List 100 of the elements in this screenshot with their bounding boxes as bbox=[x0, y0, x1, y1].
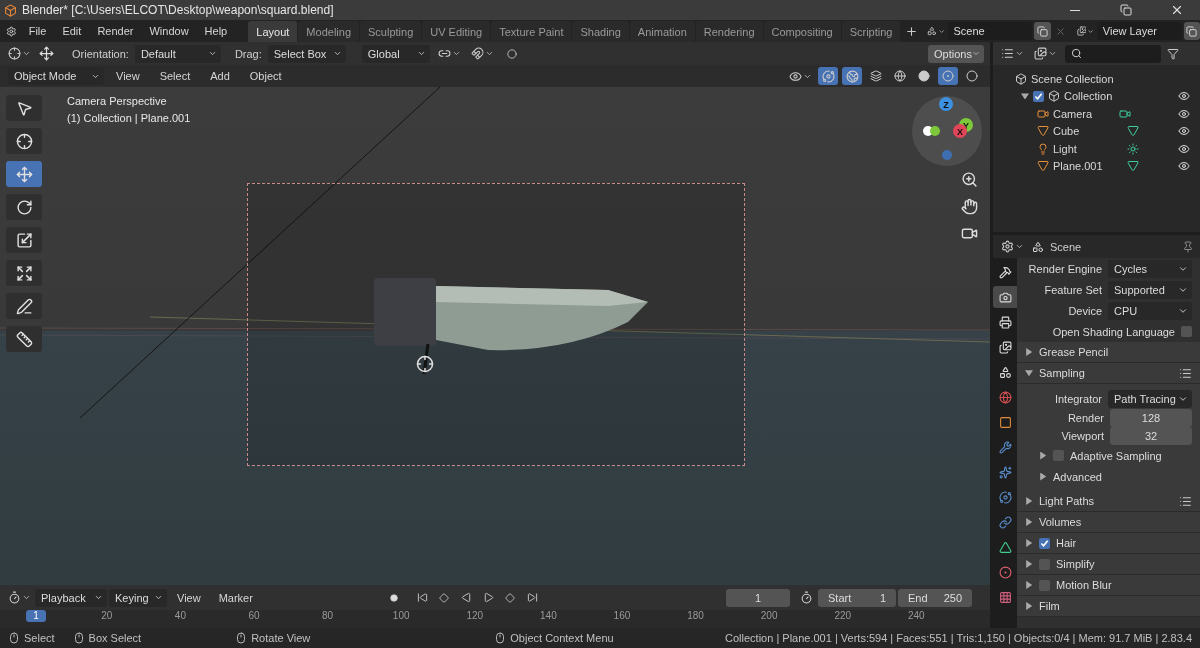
menu-item[interactable]: Select bbox=[151, 66, 199, 86]
orientation-dropdown[interactable]: Default bbox=[134, 44, 221, 63]
eye-icon bbox=[1178, 107, 1190, 120]
workspace-tab[interactable]: Layout bbox=[248, 21, 298, 42]
workspace-tab[interactable]: Shading bbox=[572, 21, 629, 42]
tool-button[interactable] bbox=[6, 128, 42, 154]
images-icon bbox=[1076, 25, 1087, 37]
view-layer-name-field[interactable]: View Layer bbox=[1096, 22, 1182, 40]
tree-item[interactable]: Scene Collection bbox=[1031, 72, 1114, 85]
crosshair-icon bbox=[15, 132, 33, 150]
frame-number: 60 bbox=[247, 610, 261, 622]
eye-icon bbox=[1178, 90, 1190, 103]
frame-number: 220 bbox=[833, 610, 853, 622]
checkbox[interactable] bbox=[1181, 326, 1192, 337]
tree-item[interactable]: Collection bbox=[1064, 90, 1174, 103]
circle-icon bbox=[506, 48, 517, 59]
circle-icon bbox=[918, 70, 930, 82]
workspace-tab[interactable]: Rendering bbox=[695, 21, 763, 42]
tool-button[interactable] bbox=[6, 227, 42, 253]
hand-icon bbox=[960, 197, 978, 215]
number-field[interactable]: 32 bbox=[1110, 427, 1192, 445]
field-label: Render bbox=[1067, 412, 1104, 424]
options-dropdown[interactable]: Options bbox=[928, 44, 984, 63]
tree-item[interactable]: Light bbox=[1053, 142, 1123, 155]
gizmo-toggle-button[interactable] bbox=[818, 67, 838, 85]
menu-item[interactable]: Edit bbox=[54, 21, 90, 41]
workspace-tab[interactable]: Scripting bbox=[841, 21, 901, 42]
axis-dot[interactable] bbox=[942, 150, 952, 160]
dropdown[interactable]: Path Tracing bbox=[1108, 389, 1192, 408]
menu-item[interactable]: Window bbox=[141, 21, 197, 41]
tool-button[interactable] bbox=[6, 326, 42, 352]
transform-orientation-dropdown[interactable]: Global bbox=[361, 44, 430, 63]
tool-button[interactable] bbox=[6, 95, 42, 121]
tool-button[interactable] bbox=[6, 260, 42, 286]
end-frame-field[interactable]: End 250 bbox=[898, 588, 972, 607]
axis-label[interactable]: Z bbox=[939, 97, 953, 111]
scene-name-field[interactable]: Scene bbox=[947, 22, 1033, 40]
material-shading-button[interactable] bbox=[938, 67, 958, 85]
checkbox[interactable] bbox=[1053, 450, 1064, 461]
tree-item[interactable]: Plane.001 bbox=[1053, 160, 1123, 173]
menu-item[interactable]: Render bbox=[89, 21, 142, 41]
start-frame-field[interactable]: Start 1 bbox=[818, 588, 896, 607]
workspace-tab[interactable]: Compositing bbox=[763, 21, 841, 42]
orbit-icon bbox=[998, 490, 1012, 504]
images-icon bbox=[1034, 47, 1047, 60]
workspace-tab[interactable]: Modeling bbox=[298, 21, 359, 42]
properties-tab[interactable] bbox=[993, 286, 1017, 308]
mesh-data-icon bbox=[1127, 160, 1139, 173]
frame-number: 240 bbox=[907, 610, 926, 622]
tree-item[interactable]: Cube bbox=[1053, 125, 1123, 138]
tree-item[interactable]: Camera bbox=[1053, 107, 1115, 120]
search-field[interactable] bbox=[1065, 44, 1161, 63]
menu-dropdown[interactable]: Playback bbox=[35, 588, 107, 607]
menu-item[interactable]: Object bbox=[241, 66, 290, 86]
menu-item[interactable]: View bbox=[108, 66, 148, 86]
eye-icon bbox=[789, 69, 802, 83]
menu-dropdown[interactable]: Keying bbox=[109, 588, 167, 607]
chevron-down-icon bbox=[451, 49, 461, 58]
tool-button[interactable] bbox=[6, 194, 42, 220]
new-scene-button[interactable] bbox=[1034, 22, 1051, 40]
workspace-tab[interactable]: Texture Paint bbox=[491, 21, 572, 42]
drag-dropdown[interactable]: Select Box bbox=[267, 44, 346, 63]
checkbox[interactable] bbox=[1033, 90, 1044, 102]
orbit-icon bbox=[821, 69, 835, 83]
current-frame-field[interactable]: 1 bbox=[726, 588, 790, 607]
dropdown[interactable]: Supported bbox=[1108, 280, 1192, 299]
subpanel-header[interactable]: Adaptive Sampling bbox=[1070, 449, 1162, 462]
dropdown[interactable]: Cycles bbox=[1108, 259, 1192, 278]
workspace-tab[interactable]: UV Editing bbox=[422, 21, 491, 42]
search-icon bbox=[1071, 48, 1082, 59]
printer-icon bbox=[998, 315, 1012, 329]
field-label: Integrator bbox=[1054, 392, 1102, 405]
menu-item[interactable]: File bbox=[20, 21, 55, 41]
restore-icon bbox=[1120, 4, 1132, 16]
subpanel-header[interactable]: Advanced bbox=[1053, 470, 1102, 483]
dropdown[interactable]: CPU bbox=[1108, 301, 1192, 320]
camera-icon bbox=[998, 290, 1012, 304]
checkbox[interactable] bbox=[1039, 579, 1050, 591]
checkbox-label: Open Shading Language bbox=[1052, 325, 1175, 338]
playhead[interactable]: 1 bbox=[26, 610, 46, 622]
tool-button[interactable] bbox=[6, 293, 42, 319]
circle-icon bbox=[966, 70, 978, 82]
skip-forward-icon bbox=[526, 592, 538, 603]
play-reverse-icon bbox=[460, 592, 472, 603]
number-field[interactable]: 128 bbox=[1110, 409, 1192, 427]
workspace-tab[interactable]: Animation bbox=[629, 21, 695, 42]
checkbox[interactable] bbox=[1039, 558, 1050, 570]
menu-item[interactable]: Add bbox=[202, 66, 238, 86]
overlay-toggle-button[interactable] bbox=[842, 67, 862, 85]
menu-item[interactable]: Help bbox=[196, 21, 236, 41]
menu-item[interactable]: Marker bbox=[210, 588, 261, 607]
checkbox[interactable] bbox=[1039, 537, 1050, 549]
new-view-layer-button[interactable] bbox=[1183, 22, 1200, 40]
menu-item[interactable]: View bbox=[169, 588, 209, 607]
field-value: 250 bbox=[943, 591, 962, 604]
mode-dropdown[interactable]: Object Mode bbox=[8, 67, 104, 85]
list-icon bbox=[1001, 47, 1014, 60]
workspace-tab[interactable]: Sculpting bbox=[360, 21, 422, 42]
axis-dot[interactable] bbox=[930, 126, 940, 136]
context-label: Scene bbox=[1050, 240, 1083, 253]
